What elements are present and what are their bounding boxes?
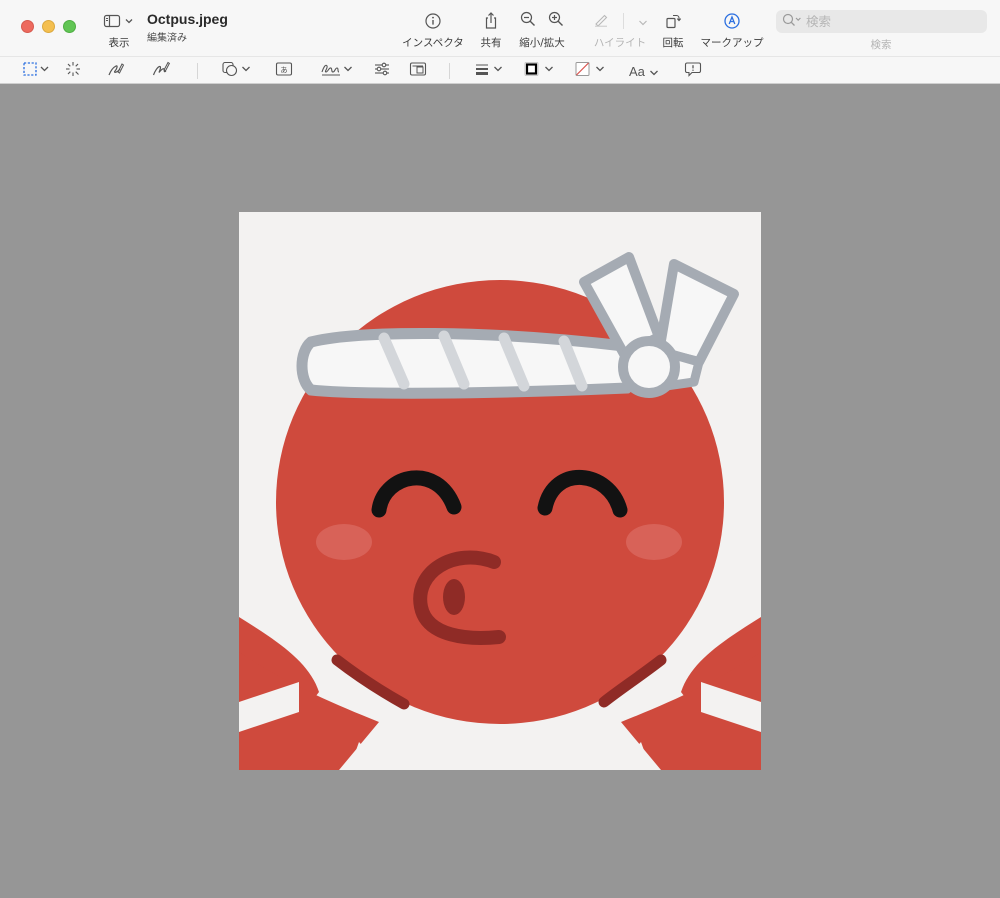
rotate-label: 回転	[662, 37, 684, 49]
annotation-button[interactable]	[684, 61, 702, 81]
share-button[interactable]: 共有	[476, 10, 506, 50]
signature-icon	[320, 60, 354, 82]
share-label: 共有	[480, 37, 502, 49]
zoom-in-icon[interactable]	[548, 11, 564, 31]
zoom-control[interactable]: 縮小/拡大	[512, 10, 572, 50]
markup-toolbar: あ Aa	[0, 56, 1000, 84]
octopus-image[interactable]	[239, 212, 761, 770]
rotate-icon	[664, 10, 682, 32]
instant-alpha-button[interactable]	[64, 61, 82, 81]
inspector-label: インスペクタ	[402, 37, 464, 49]
chevron-down-icon[interactable]	[638, 12, 648, 31]
octopus-illustration	[239, 212, 761, 770]
highlighter-pen-icon	[593, 11, 609, 31]
text-style-button[interactable]: Aa	[629, 61, 659, 81]
sliders-icon	[373, 61, 391, 81]
rotate-button[interactable]: 回転	[658, 10, 688, 50]
view-button[interactable]: 表示	[102, 10, 136, 50]
border-color-button[interactable]	[523, 61, 557, 81]
info-icon	[424, 10, 442, 32]
magic-wand-icon	[64, 60, 82, 82]
title-toolbar: 表示 Octpus.jpeg 編集済み インスペクタ 共有 縮小/拡大 ハイライ…	[0, 0, 1000, 56]
highlight-button[interactable]: ハイライト	[590, 10, 650, 50]
text-box-icon: あ	[275, 61, 293, 81]
share-icon	[482, 10, 500, 32]
document-title: Octpus.jpeg	[147, 11, 228, 27]
line-style-button[interactable]	[474, 61, 506, 81]
adjust-color-button[interactable]	[373, 61, 391, 81]
rect-selection-icon	[22, 61, 52, 81]
zoom-out-icon[interactable]	[520, 11, 536, 31]
highlight-label: ハイライト	[593, 37, 647, 49]
preview-window: 表示 Octpus.jpeg 編集済み インスペクタ 共有 縮小/拡大 ハイライ…	[0, 0, 1000, 898]
sidebar-icon	[103, 10, 135, 32]
view-label: 表示	[108, 37, 130, 49]
close-window-button[interactable]	[21, 20, 34, 33]
shapes-button[interactable]	[221, 61, 253, 81]
fill-color-button[interactable]	[574, 61, 608, 81]
zoom-window-button[interactable]	[63, 20, 76, 33]
inspector-button[interactable]: インスペクタ	[398, 10, 468, 50]
draw-icon	[151, 60, 171, 82]
selection-tool-button[interactable]	[22, 61, 52, 81]
fill-color-icon	[574, 61, 608, 81]
markup-pen-icon	[723, 10, 741, 32]
adjust-size-button[interactable]	[409, 61, 427, 81]
text-style-label: Aa	[629, 63, 645, 79]
border-color-icon	[523, 61, 557, 81]
search-input[interactable]	[806, 14, 976, 29]
sign-button[interactable]	[320, 61, 354, 81]
search-icon	[782, 12, 802, 31]
search-label: 検索	[870, 39, 892, 51]
text-box-button[interactable]: あ	[275, 61, 293, 81]
draw-tool-button[interactable]	[151, 61, 171, 81]
speech-bubble-icon	[684, 60, 702, 82]
minimize-window-button[interactable]	[42, 20, 55, 33]
toolbar-separator	[197, 63, 198, 79]
line-weight-icon	[474, 61, 506, 81]
zoom-label: 縮小/拡大	[519, 37, 565, 49]
markup-label: マークアップ	[700, 37, 764, 49]
toolbar-separator	[449, 63, 450, 79]
shapes-icon	[221, 60, 253, 82]
markup-button[interactable]: マークアップ	[697, 10, 767, 50]
sketch-tool-button[interactable]	[106, 61, 126, 81]
document-status: 編集済み	[147, 33, 187, 44]
search-field[interactable]	[776, 10, 987, 33]
chevron-down-icon	[649, 62, 659, 81]
document-canvas[interactable]	[0, 84, 1000, 898]
svg-text:あ: あ	[280, 65, 288, 74]
resize-icon	[409, 61, 427, 81]
sketch-icon	[106, 60, 126, 82]
highlight-divider	[622, 13, 624, 29]
